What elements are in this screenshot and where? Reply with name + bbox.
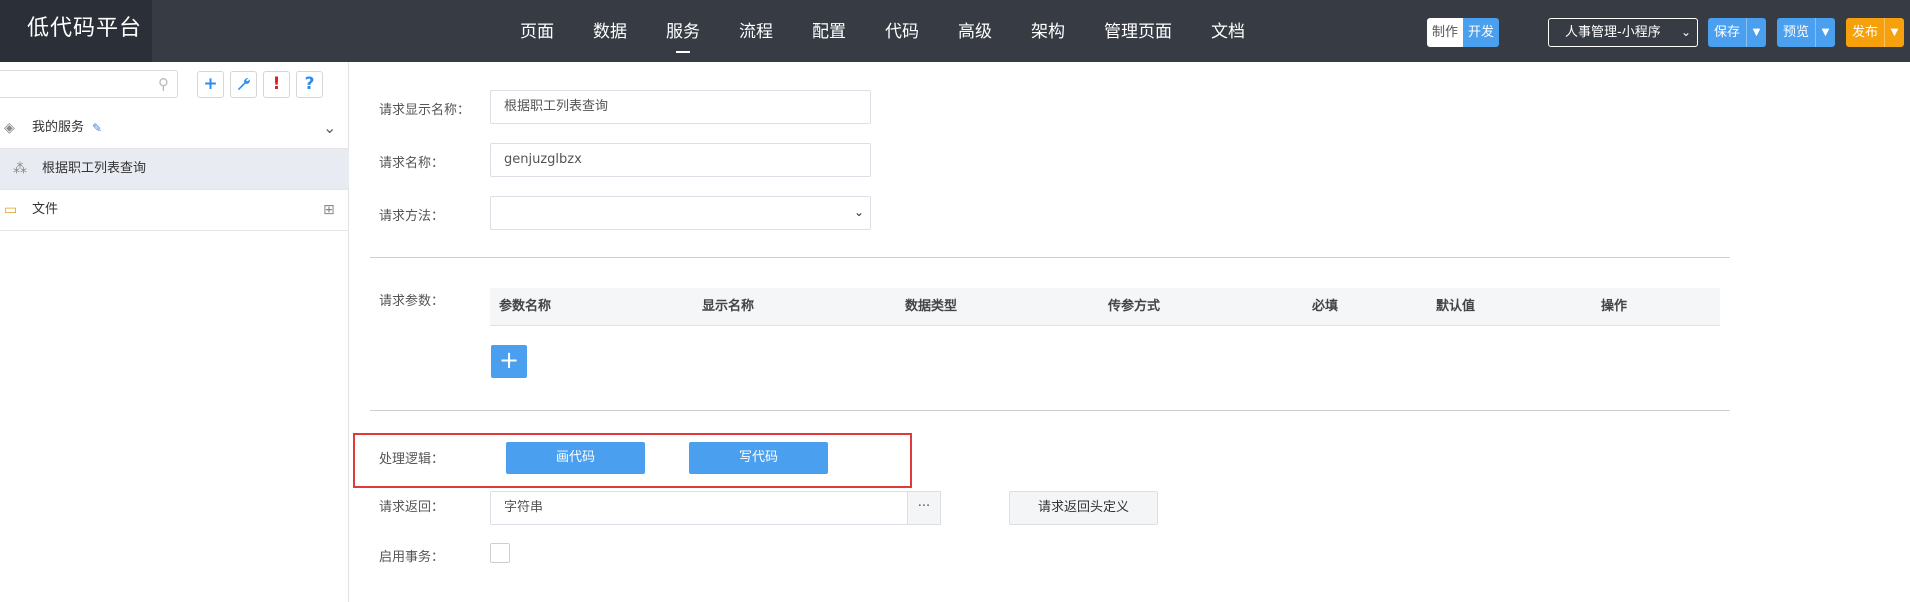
- nav-item-architecture[interactable]: 架构: [1031, 0, 1065, 62]
- nav-item-docs[interactable]: 文档: [1211, 0, 1245, 62]
- nav-item-config[interactable]: 配置: [812, 0, 846, 62]
- request-name-label: 请求名称：: [379, 156, 445, 171]
- params-table-header: 参数名称 显示名称 数据类型 传参方式 必填 默认值 操作: [490, 288, 1720, 326]
- nav-item-service[interactable]: 服务: [666, 0, 700, 62]
- publish-button[interactable]: 发布: [1846, 18, 1884, 47]
- sidebar-group-my-services[interactable]: ◈ 我的服务 ✎ ⌄: [0, 108, 349, 149]
- add-param-button[interactable]: +: [491, 345, 527, 378]
- col-required: 必填: [1312, 299, 1339, 314]
- display-name-label: 请求显示名称：: [379, 103, 471, 118]
- display-name-input[interactable]: 根据职工列表查询: [490, 90, 871, 124]
- mode-make-button[interactable]: 制作: [1427, 18, 1463, 47]
- divider: [370, 257, 1730, 258]
- service-icon: ⁂: [13, 161, 27, 177]
- nav-item-flow[interactable]: 流程: [739, 0, 773, 62]
- sidebar-item-service[interactable]: ⁂ 根据职工列表查询: [0, 149, 349, 190]
- project-select[interactable]: 人事管理-小程序 ⌄: [1548, 18, 1698, 47]
- preview-dropdown-icon[interactable]: ▼: [1815, 18, 1835, 47]
- sidebar-group-label: 我的服务: [32, 120, 85, 135]
- save-button[interactable]: 保存: [1708, 18, 1746, 47]
- chevron-down-icon: ⌄: [1680, 25, 1691, 39]
- preview-button[interactable]: 预览: [1777, 18, 1815, 47]
- nav-item-data[interactable]: 数据: [593, 0, 627, 62]
- request-return-input[interactable]: 字符串: [490, 491, 908, 525]
- mode-dev-button[interactable]: 开发: [1463, 18, 1499, 47]
- alert-icon: !: [272, 74, 281, 94]
- return-type-more-button[interactable]: ···: [907, 491, 941, 525]
- project-select-value: 人事管理-小程序: [1565, 25, 1661, 40]
- col-pass-mode: 传参方式: [1108, 299, 1161, 314]
- col-actions: 操作: [1601, 299, 1628, 314]
- app-logo: 低代码平台: [0, 0, 152, 62]
- search-icon: ⚲: [158, 75, 169, 93]
- params-table: 参数名称 显示名称 数据类型 传参方式 必填 默认值 操作: [490, 288, 1720, 326]
- sidebar-search-input[interactable]: ⚲: [0, 70, 178, 98]
- transaction-checkbox[interactable]: [490, 543, 510, 563]
- nav-item-admin-page[interactable]: 管理页面: [1104, 0, 1172, 62]
- mode-toggle: 制作 开发: [1427, 18, 1499, 47]
- warning-button[interactable]: !: [263, 71, 290, 98]
- add-icon: +: [203, 74, 218, 94]
- col-param-name: 参数名称: [499, 299, 552, 314]
- col-data-type: 数据类型: [905, 299, 958, 314]
- save-split-button: 保存 ▼: [1708, 18, 1767, 47]
- divider: [370, 410, 1730, 411]
- add-button[interactable]: +: [197, 71, 224, 98]
- write-code-button[interactable]: 写代码: [689, 442, 828, 474]
- publish-dropdown-icon[interactable]: ▼: [1884, 18, 1904, 47]
- sidebar: ⚲ + ! ? ◈ 我的服务 ✎ ⌄ ⁂ 根据职工列表查询 ▭ 文件 ⊞: [0, 62, 349, 602]
- help-button[interactable]: ?: [296, 71, 323, 98]
- tools-button[interactable]: [230, 71, 257, 98]
- draw-code-button[interactable]: 画代码: [506, 442, 645, 474]
- chevron-down-icon[interactable]: ⌄: [323, 108, 336, 148]
- preview-split-button: 预览 ▼: [1777, 18, 1836, 47]
- sidebar-folder-files[interactable]: ▭ 文件 ⊞: [0, 190, 349, 231]
- pencil-icon[interactable]: ✎: [92, 108, 102, 148]
- chevron-down-icon: ⌄: [853, 205, 864, 219]
- main-nav: 页面 数据 服务 流程 配置 代码 高级 架构 管理页面 文档: [520, 0, 1284, 62]
- folder-icon: ▭: [4, 202, 18, 218]
- grid-icon[interactable]: ⊞: [323, 190, 335, 230]
- layers-icon: ◈: [4, 120, 15, 136]
- wrench-icon: [237, 78, 250, 91]
- transaction-label: 启用事务：: [379, 550, 445, 565]
- save-dropdown-icon[interactable]: ▼: [1746, 18, 1766, 47]
- sidebar-folder-label: 文件: [32, 202, 59, 217]
- help-icon: ?: [304, 74, 315, 94]
- col-display-name: 显示名称: [702, 299, 755, 314]
- request-method-label: 请求方法：: [379, 209, 445, 224]
- request-method-select[interactable]: ⌄: [490, 196, 871, 230]
- main-panel: 请求显示名称： 根据职工列表查询 请求名称： genjuzglbzx 请求方法：…: [350, 62, 1910, 602]
- nav-item-advanced[interactable]: 高级: [958, 0, 992, 62]
- nav-item-page[interactable]: 页面: [520, 0, 554, 62]
- request-return-label: 请求返回：: [379, 500, 445, 515]
- sidebar-item-label: 根据职工列表查询: [42, 161, 147, 176]
- nav-item-code[interactable]: 代码: [885, 0, 919, 62]
- top-bar: 低代码平台 页面 数据 服务 流程 配置 代码 高级 架构 管理页面 文档 制作…: [0, 0, 1910, 62]
- col-default-value: 默认值: [1436, 299, 1476, 314]
- request-name-input[interactable]: genjuzglbzx: [490, 143, 871, 177]
- publish-split-button: 发布 ▼: [1846, 18, 1905, 47]
- request-params-label: 请求参数：: [379, 294, 445, 309]
- logic-label: 处理逻辑：: [379, 452, 445, 467]
- return-header-button[interactable]: 请求返回头定义: [1009, 491, 1158, 525]
